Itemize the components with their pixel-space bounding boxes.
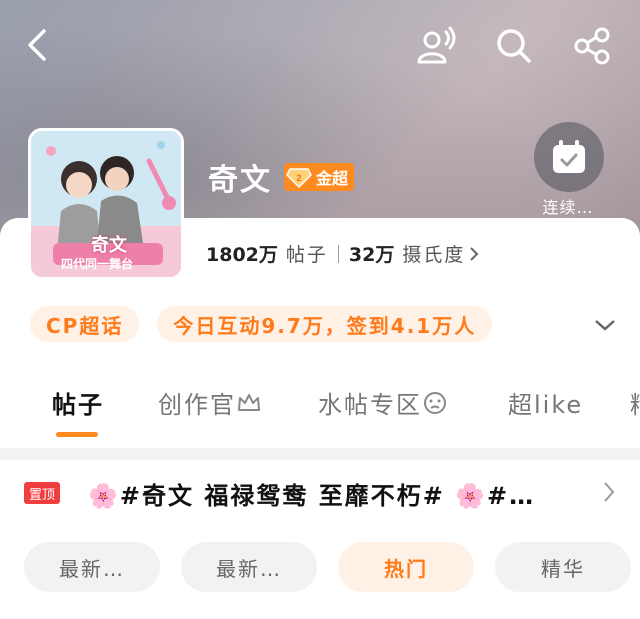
- chevron-right-icon: [470, 246, 479, 261]
- calendar-check-icon: [553, 140, 585, 173]
- filter-featured[interactable]: 精华: [495, 542, 631, 592]
- topic-tags: CP超话 今日互动9.7万，签到4.1万人: [30, 306, 493, 342]
- stats-divider: [337, 244, 339, 263]
- svg-text:2: 2: [296, 173, 301, 183]
- pinned-post-title: 🌸#奇文 福禄鸳鸯 至靡不朽# 🌸#…: [88, 482, 536, 510]
- posts-count: 1802万: [206, 244, 278, 266]
- level-badge-label: 金超: [316, 169, 349, 188]
- pinned-post[interactable]: 置顶 🌸#奇文 福禄鸳鸯 至靡不朽# 🌸#…: [0, 460, 640, 524]
- reads-label: 摄氏度: [402, 244, 466, 266]
- top-bar: [0, 0, 640, 90]
- tab-label: 水帖专区: [318, 391, 422, 419]
- section-divider: [0, 448, 640, 460]
- back-icon[interactable]: [20, 28, 54, 62]
- topic-stats[interactable]: 1802万 帖子 32万 摄氏度: [206, 240, 481, 267]
- filter-hot[interactable]: 热门: [338, 542, 474, 592]
- sad-face-icon: [424, 391, 446, 414]
- topic-name: 奇文: [208, 163, 272, 198]
- share-icon[interactable]: [572, 26, 612, 66]
- active-tab-indicator: [56, 432, 98, 437]
- filter-latest-post[interactable]: 最新…: [181, 542, 317, 592]
- filter-latest-reply[interactable]: 最新…: [24, 542, 160, 592]
- sort-filters: 最新… 最新… 热门 精华: [0, 524, 640, 619]
- tab-water-posts[interactable]: 水帖专区: [318, 385, 448, 420]
- cp-tag[interactable]: CP超话: [30, 306, 140, 342]
- tab-label: 创作官: [158, 391, 236, 419]
- checkin-button[interactable]: [534, 122, 604, 192]
- avatar-subtitle: 四代同一舞台: [61, 257, 134, 271]
- crown-icon: [238, 393, 260, 411]
- avatar-title: 奇文: [91, 235, 127, 256]
- chevron-right-icon: [604, 482, 615, 502]
- topic-avatar[interactable]: 奇文 四代同一舞台: [28, 128, 184, 280]
- diamond-icon: 2: [286, 168, 312, 188]
- search-icon[interactable]: [494, 26, 534, 66]
- pinned-badge: 置顶: [24, 482, 61, 504]
- tab-label: 超like: [508, 391, 584, 419]
- chevron-down-icon[interactable]: [590, 310, 620, 340]
- tab-featured[interactable]: 精: [630, 385, 640, 420]
- level-badge[interactable]: 2 金超: [284, 163, 355, 191]
- tab-label: 帖子: [52, 391, 104, 419]
- tab-super-like[interactable]: 超like: [508, 385, 583, 420]
- posts-label: 帖子: [285, 244, 328, 266]
- profile-sound-icon[interactable]: [414, 24, 458, 68]
- tab-label: 精: [630, 385, 640, 420]
- tab-posts[interactable]: 帖子: [52, 385, 104, 420]
- checkin-label: 连续…: [542, 198, 594, 217]
- reads-count: 32万: [348, 244, 395, 266]
- topic-title-row: 奇文 2 金超: [208, 155, 355, 199]
- daily-activity-tag[interactable]: 今日互动9.7万，签到4.1万人: [157, 306, 493, 342]
- tab-creator[interactable]: 创作官: [158, 385, 262, 420]
